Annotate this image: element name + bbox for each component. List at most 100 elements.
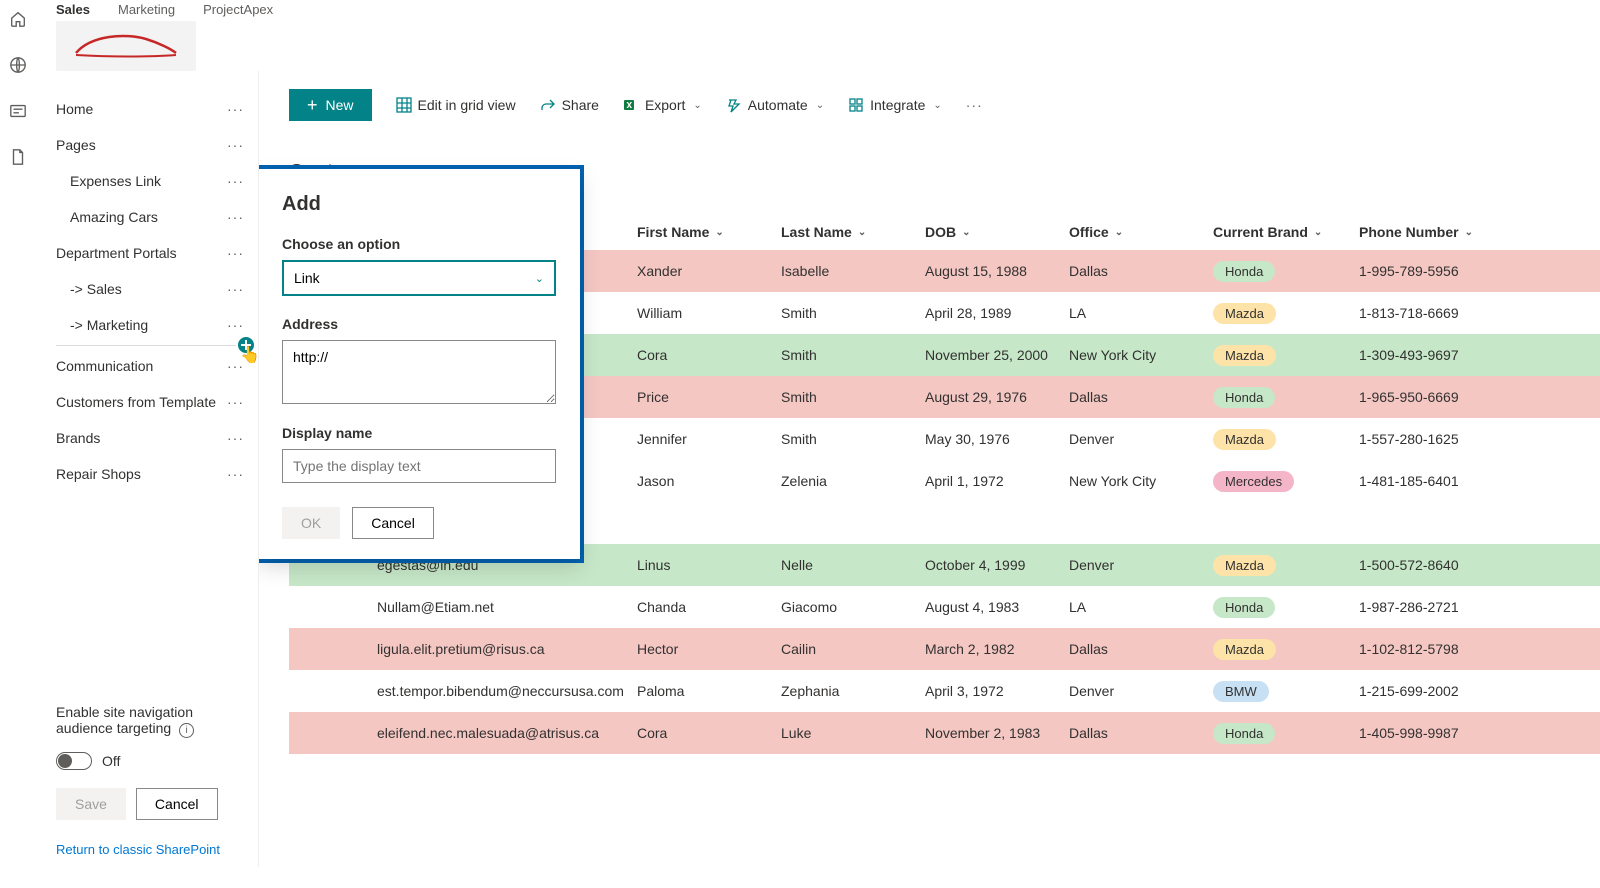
share-button[interactable]: Share [540, 97, 599, 113]
nav-amazing-cars[interactable]: Amazing Cars··· [56, 199, 250, 235]
cell-title: est.tempor.bibendum@neccursusa.com [289, 683, 637, 699]
nav-customers-template[interactable]: Customers from Template··· [56, 384, 250, 420]
more-icon[interactable]: ··· [227, 101, 244, 117]
col-last-name[interactable]: Last Name⌄ [781, 224, 925, 240]
table-row[interactable]: eleifend.nec.malesuada@atrisus.caCoraLuk… [289, 712, 1600, 754]
cell-last-name: Giacomo [781, 599, 925, 615]
nav-expenses-link[interactable]: Expenses Link··· [56, 163, 250, 199]
plus-icon: + [307, 98, 318, 112]
table-row[interactable]: ligula.elit.pretium@risus.caHectorCailin… [289, 628, 1600, 670]
edit-grid-button[interactable]: Edit in grid view [396, 97, 516, 113]
new-button[interactable]: +New [289, 89, 372, 121]
audience-targeting-toggle[interactable] [56, 752, 92, 770]
site-logo[interactable] [56, 21, 196, 71]
more-icon[interactable]: ··· [227, 281, 244, 297]
table-row[interactable]: Nullam@Etiam.netChandaGiacomoAugust 4, 1… [289, 586, 1600, 628]
news-icon[interactable] [9, 102, 27, 120]
cancel-button[interactable]: Cancel [352, 507, 434, 539]
globe-icon[interactable] [9, 56, 27, 74]
add-nav-item-button[interactable] [236, 335, 256, 355]
more-icon[interactable]: ··· [227, 317, 244, 333]
cell-dob: November 25, 2000 [925, 347, 1069, 363]
nav-brands[interactable]: Brands··· [56, 420, 250, 456]
more-icon[interactable]: ··· [227, 466, 244, 482]
chevron-down-icon: ⌄ [1314, 227, 1322, 238]
more-icon[interactable]: ··· [227, 137, 244, 153]
chevron-down-icon: ⌄ [858, 227, 866, 238]
cell-office: LA [1069, 305, 1213, 321]
cell-phone: 1-965-950-6669 [1359, 389, 1484, 405]
col-first-name[interactable]: First Name⌄ [637, 224, 781, 240]
nav-marketing[interactable]: -> Marketing··· [56, 307, 250, 343]
option-select[interactable]: Link [282, 260, 556, 296]
chevron-down-icon: ⌄ [962, 227, 970, 238]
cell-last-name: Isabelle [781, 263, 925, 279]
cell-first-name: Xander [637, 263, 781, 279]
cell-dob: April 3, 1972 [925, 683, 1069, 699]
nav-pages[interactable]: Pages··· [56, 127, 250, 163]
brand-pill: Honda [1213, 387, 1275, 408]
chevron-down-icon: ⌄ [1115, 227, 1123, 238]
export-button[interactable]: Export⌄ [623, 97, 702, 113]
more-commands-button[interactable]: ··· [966, 97, 983, 113]
cell-last-name: Smith [781, 431, 925, 447]
tab-projectapex[interactable]: ProjectApex [203, 2, 273, 17]
col-dob[interactable]: DOB⌄ [925, 224, 1069, 240]
integrate-button[interactable]: Integrate⌄ [848, 97, 942, 113]
tab-marketing[interactable]: Marketing [118, 2, 175, 17]
excel-icon [623, 97, 639, 113]
more-icon[interactable]: ··· [227, 358, 244, 374]
chevron-down-icon: ⌄ [693, 100, 701, 111]
info-icon[interactable]: i [179, 723, 194, 738]
nav-communication[interactable]: Communication··· [56, 348, 250, 384]
table-row[interactable]: est.tempor.bibendum@neccursusa.comPaloma… [289, 670, 1600, 712]
chevron-down-icon: ⌄ [816, 100, 824, 111]
tab-sales[interactable]: Sales [56, 2, 90, 17]
cell-last-name: Cailin [781, 641, 925, 657]
brand-pill: Honda [1213, 723, 1275, 744]
nav-department-portals[interactable]: Department Portals··· [56, 235, 250, 271]
integrate-icon [848, 97, 864, 113]
cell-brand: Mazda [1213, 639, 1359, 660]
cell-last-name: Zelenia [781, 473, 925, 489]
display-name-input[interactable] [282, 449, 556, 483]
col-phone[interactable]: Phone Number⌄ [1359, 224, 1484, 240]
cell-office: Dallas [1069, 263, 1213, 279]
return-classic-link[interactable]: Return to classic SharePoint [56, 842, 250, 857]
cell-office: Dallas [1069, 641, 1213, 657]
add-link-dialog: Add Choose an option Link ⌄ Address Disp… [258, 169, 580, 559]
brand-pill: Mazda [1213, 303, 1276, 324]
brand-pill: Honda [1213, 261, 1275, 282]
cell-last-name: Smith [781, 347, 925, 363]
more-icon[interactable]: ··· [227, 394, 244, 410]
col-brand[interactable]: Current Brand⌄ [1213, 224, 1359, 240]
more-icon[interactable]: ··· [227, 173, 244, 189]
cell-dob: March 2, 1982 [925, 641, 1069, 657]
cell-phone: 1-102-812-5798 [1359, 641, 1484, 657]
cell-first-name: Cora [637, 347, 781, 363]
nav-sales[interactable]: -> Sales··· [56, 271, 250, 307]
file-icon[interactable] [9, 148, 27, 166]
nav-home[interactable]: Home··· [56, 91, 250, 127]
cell-last-name: Zephania [781, 683, 925, 699]
more-icon[interactable]: ··· [227, 245, 244, 261]
cell-phone: 1-987-286-2721 [1359, 599, 1484, 615]
automate-button[interactable]: Automate⌄ [726, 97, 824, 113]
more-icon[interactable]: ··· [227, 209, 244, 225]
brand-pill: Mazda [1213, 639, 1276, 660]
cell-brand: Mazda [1213, 303, 1359, 324]
display-name-label: Display name [282, 425, 556, 441]
cell-last-name: Smith [781, 305, 925, 321]
brand-pill: Mazda [1213, 429, 1276, 450]
cancel-button[interactable]: Cancel [136, 788, 218, 820]
nav-repair-shops[interactable]: Repair Shops··· [56, 456, 250, 492]
cell-title: ligula.elit.pretium@risus.ca [289, 641, 637, 657]
save-button: Save [56, 788, 126, 820]
home-icon[interactable] [9, 10, 27, 28]
cell-office: LA [1069, 599, 1213, 615]
more-icon[interactable]: ··· [227, 430, 244, 446]
cell-first-name: Hector [637, 641, 781, 657]
cell-phone: 1-405-998-9987 [1359, 725, 1484, 741]
address-input[interactable] [282, 340, 556, 404]
col-office[interactable]: Office⌄ [1069, 224, 1213, 240]
